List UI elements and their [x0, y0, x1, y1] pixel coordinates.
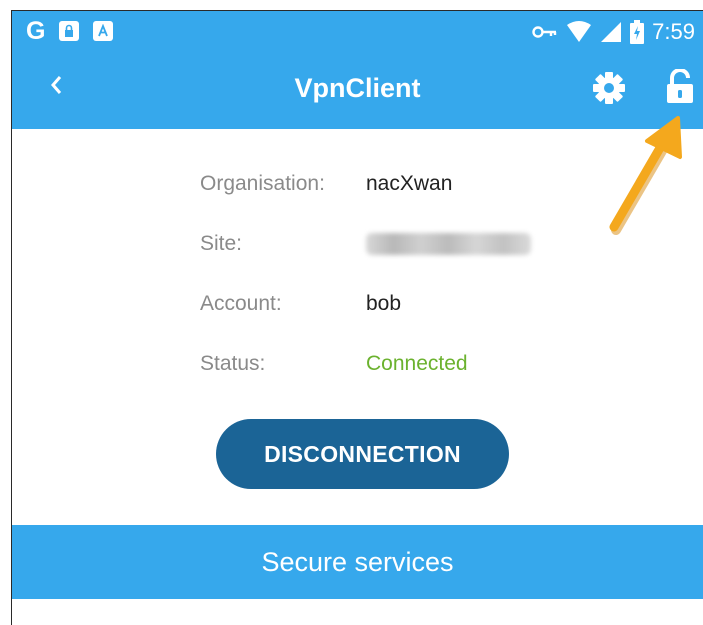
site-row: Site: — [200, 229, 531, 259]
status-bar-left: G — [26, 17, 114, 45]
status-label: Status: — [200, 352, 266, 375]
secure-services-label: Secure services — [261, 546, 454, 577]
app-bar: VpnClient — [12, 53, 703, 129]
secure-services-header[interactable]: Secure services — [12, 525, 703, 599]
organisation-value: nacXwan — [366, 172, 453, 195]
account-label: Account: — [200, 292, 282, 315]
site-label: Site: — [200, 232, 243, 255]
account-value: bob — [366, 292, 402, 315]
signal-icon — [601, 22, 622, 42]
phone-screen: G 7:59 VpnClient Organisation: nacXwan S… — [11, 10, 703, 625]
lock-button[interactable] — [664, 68, 696, 105]
annotation-arrow — [609, 116, 682, 235]
unlocked-padlock-icon — [667, 68, 693, 103]
g-app-icon: G — [26, 17, 46, 45]
site-value-redacted — [366, 233, 531, 255]
settings-button[interactable] — [592, 71, 626, 105]
organisation-row: Organisation: nacXwan — [200, 169, 452, 199]
status-time: 7:59 — [652, 19, 695, 44]
status-row: Status: Connected — [200, 349, 468, 379]
status-bar: G 7:59 — [12, 11, 703, 53]
wifi-icon — [567, 21, 592, 42]
a-notification-icon — [93, 21, 114, 41]
account-row: Account: bob — [200, 289, 401, 319]
lock-notification-icon — [59, 21, 80, 41]
organisation-label: Organisation: — [200, 172, 325, 195]
battery-icon — [630, 20, 645, 44]
status-bar-right: 7:59 — [532, 19, 695, 45]
disconnection-button[interactable]: DISCONNECTION — [216, 419, 509, 489]
gear-icon — [593, 72, 625, 104]
vpn-key-icon — [532, 26, 557, 38]
status-value: Connected — [366, 352, 468, 375]
